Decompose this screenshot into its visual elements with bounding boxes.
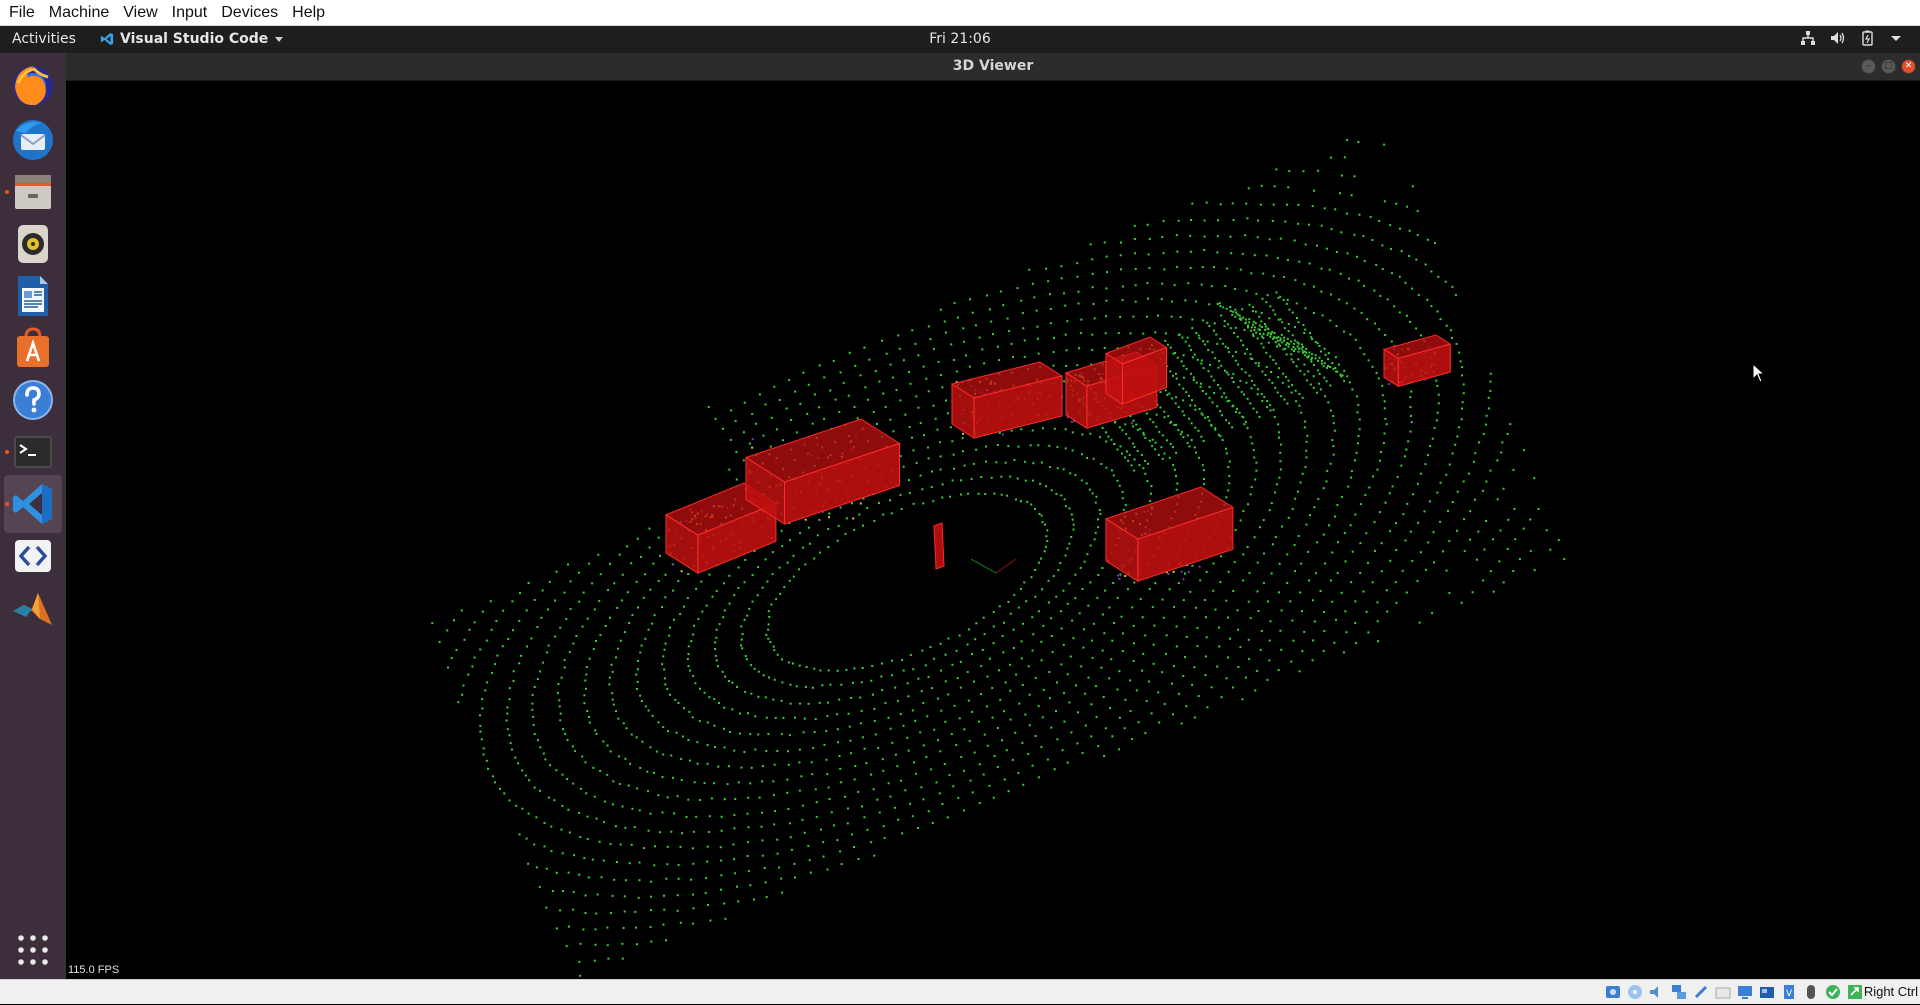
chevron-down-icon [275, 37, 284, 42]
video-capture-icon[interactable] [1758, 983, 1776, 1001]
dock-thunderbird[interactable] [4, 111, 62, 169]
shared-folder-icon[interactable] [1714, 983, 1732, 1001]
dock-ubuntu-software[interactable] [4, 319, 62, 377]
vscode-icon [100, 32, 114, 46]
menu-view[interactable]: View [118, 0, 166, 26]
thunderbird-icon [13, 120, 53, 160]
mouse-integration-icon[interactable] [1802, 983, 1820, 1001]
guest-additions-icon[interactable] [1824, 983, 1842, 1001]
rhythmbox-icon [18, 225, 48, 263]
dock-firefox[interactable] [4, 57, 62, 115]
maximize-button[interactable]: □ [1881, 59, 1896, 74]
menu-input[interactable]: Input [167, 0, 217, 26]
terminal-icon [14, 436, 52, 468]
network-adapter-icon[interactable] [1670, 983, 1688, 1001]
window-controls: – □ ✕ [1861, 59, 1916, 74]
menu-devices[interactable]: Devices [216, 0, 287, 26]
dock-rhythmbox[interactable] [4, 215, 62, 273]
audio-icon[interactable] [1648, 983, 1666, 1001]
harddisk-icon[interactable] [1604, 983, 1622, 1001]
vscode-icon [13, 484, 52, 524]
minimize-icon: – [1866, 61, 1871, 71]
activities-button[interactable]: Activities [12, 31, 76, 47]
origin-axes [970, 558, 1017, 574]
gnome-top-bar: Activities Visual Studio Code Fri 21:06 [0, 26, 1920, 53]
mouse-cursor-icon [1752, 363, 1766, 383]
battery-icon[interactable] [1860, 30, 1876, 46]
software-bag-icon [17, 327, 49, 367]
firefox-icon [13, 66, 53, 106]
point-cloud-scene[interactable] [66, 81, 1920, 979]
vbox-statusbar: V Right Ctrl [0, 979, 1920, 1004]
app-menu[interactable]: Visual Studio Code [100, 31, 284, 47]
close-icon: ✕ [1904, 61, 1913, 71]
dock-libreoffice-writer[interactable] [4, 267, 62, 325]
optical-drive-icon[interactable] [1626, 983, 1644, 1001]
host-key-arrow-icon[interactable] [1846, 983, 1864, 1001]
point-cloud-viewer[interactable] [66, 81, 1920, 979]
network-icon[interactable] [1800, 30, 1816, 46]
dock-help[interactable] [4, 371, 62, 429]
volume-icon[interactable] [1830, 30, 1846, 46]
cpu-icon[interactable]: V [1780, 983, 1798, 1001]
fps-counter: 115.0 FPS [68, 964, 120, 976]
window-titlebar[interactable]: 3D Viewer – □ ✕ [66, 53, 1920, 81]
window-title: 3D Viewer [952, 58, 1034, 74]
dock-matlab[interactable] [4, 579, 62, 637]
menu-machine[interactable]: Machine [44, 0, 118, 26]
writer-document-icon [18, 276, 48, 316]
show-applications-button[interactable] [4, 921, 62, 979]
ubuntu-dock [0, 53, 66, 979]
detection-boxes [664, 334, 1452, 583]
files-icon [15, 175, 51, 209]
dock-files[interactable] [4, 163, 62, 221]
system-menu-arrow-icon[interactable] [1890, 30, 1906, 46]
close-button[interactable]: ✕ [1901, 59, 1916, 74]
vbox-menubar: File Machine View Input Devices Help [0, 0, 1920, 26]
app-grid-icon [18, 935, 48, 965]
help-question-icon [13, 380, 53, 420]
menu-file[interactable]: File [4, 0, 44, 26]
minimize-button[interactable]: – [1861, 59, 1876, 74]
app-menu-label: Visual Studio Code [120, 31, 269, 47]
menu-help[interactable]: Help [287, 0, 334, 26]
maximize-icon: □ [1884, 61, 1893, 71]
host-key-label: Right Ctrl [1863, 984, 1918, 999]
dock-meld[interactable] [4, 527, 62, 585]
clock[interactable]: Fri 21:06 [0, 31, 1920, 47]
matlab-icon [13, 593, 52, 625]
dock-vscode[interactable] [4, 475, 62, 533]
system-tray[interactable] [1800, 30, 1906, 46]
usb-icon[interactable] [1692, 983, 1710, 1001]
lidar-points [431, 139, 1566, 977]
dock-terminal[interactable] [4, 423, 62, 481]
svg-text:V: V [1786, 989, 1793, 999]
code-brackets-icon [15, 540, 51, 572]
display-icon[interactable] [1736, 983, 1754, 1001]
vbox-status-icons: V [1604, 983, 1864, 1001]
